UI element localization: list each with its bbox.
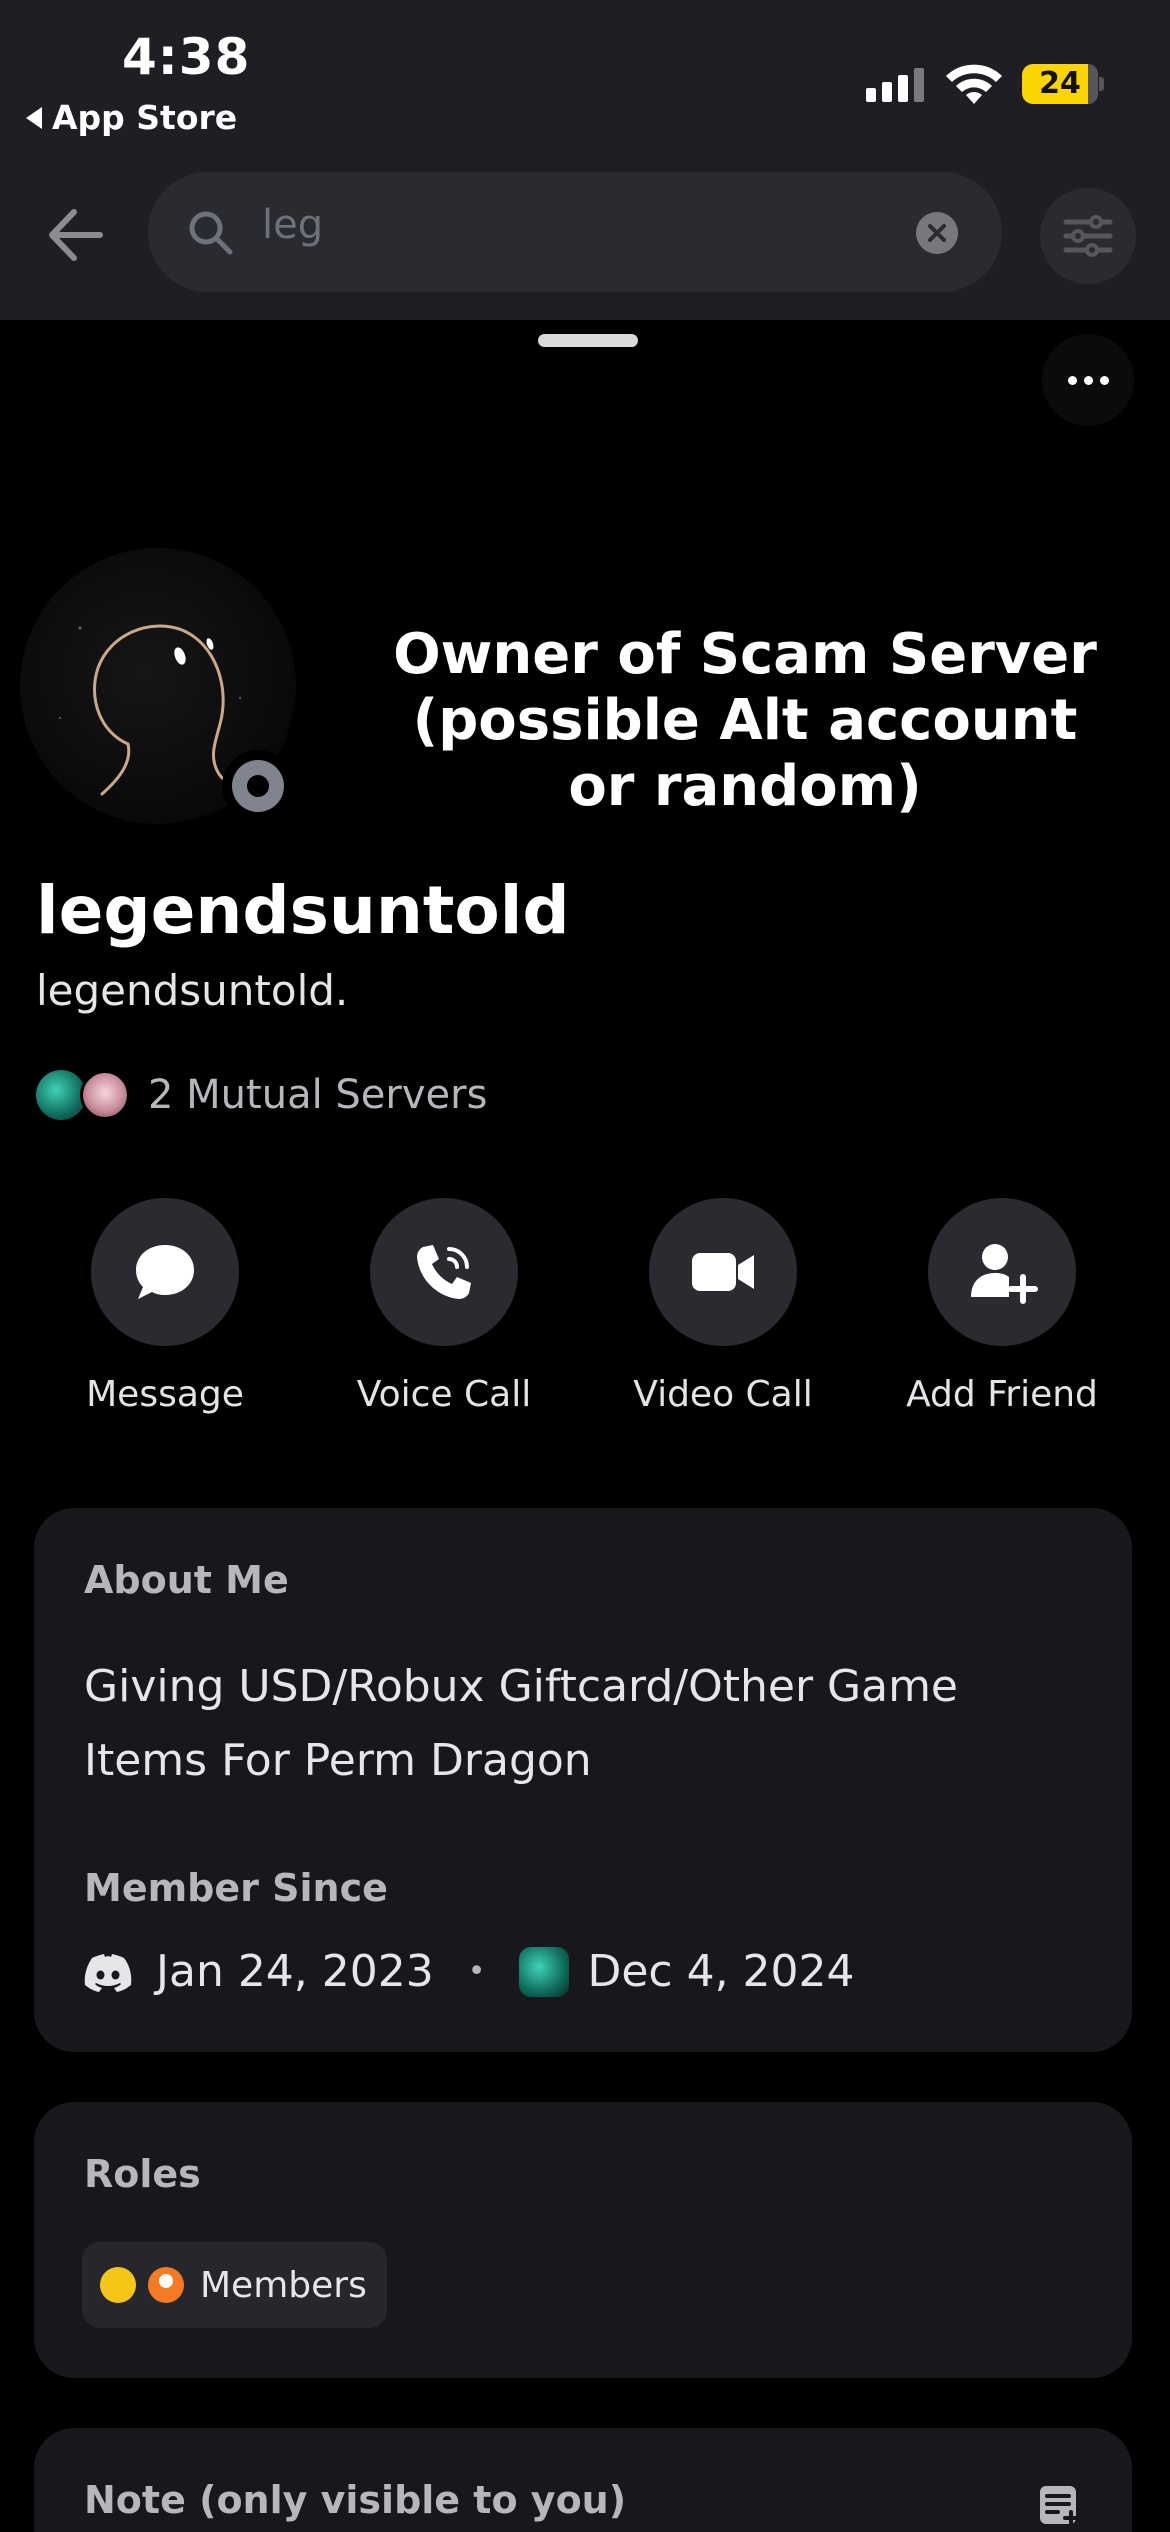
separator-dot: • (467, 1954, 486, 1989)
add-friend-label: Add Friend (906, 1374, 1098, 1415)
back-arrow-icon[interactable] (40, 200, 110, 270)
role-chip[interactable]: Members (82, 2242, 387, 2328)
search-input[interactable]: leg (148, 172, 1002, 292)
voice-call-label: Voice Call (356, 1374, 532, 1415)
status-bar: 4:38 App Store 24 (0, 0, 1170, 160)
discord-member-since: Jan 24, 2023 (156, 1946, 434, 1997)
search-query: leg (262, 202, 324, 248)
overlay-caption: Owner of Scam Server (possible Alt accou… (393, 622, 1097, 819)
about-me-heading: About Me (84, 1558, 289, 1602)
clear-icon[interactable] (916, 212, 958, 254)
about-me-bio: Giving USD/Robux Giftcard/Other Game Ite… (84, 1661, 959, 1786)
search-header: leg (0, 160, 1170, 320)
server-icon (80, 1070, 130, 1120)
mutual-servers-link[interactable]: 2 Mutual Servers (36, 1070, 487, 1120)
roles-card: Roles Members (34, 2102, 1132, 2378)
back-triangle-icon (26, 106, 42, 129)
wifi-icon (946, 64, 1002, 104)
video-camera-icon (692, 1253, 754, 1291)
back-to-app-store[interactable]: App Store (26, 98, 237, 137)
server-icon (519, 1946, 570, 1997)
battery-icon: 24 (1022, 64, 1104, 104)
cellular-signal-icon (866, 66, 924, 102)
role-color-dot (100, 2267, 136, 2303)
add-friend-icon (971, 1244, 1038, 1304)
profile-actions: Message Voice Call Video Call Add Friend (0, 1198, 1170, 1418)
filter-button[interactable] (1040, 188, 1136, 284)
note-card[interactable]: Note (only visible to you) (34, 2428, 1132, 2532)
note-heading: Note (only visible to you) (84, 2478, 627, 2522)
phone-icon (417, 1245, 471, 1299)
sheet-grabber[interactable] (538, 334, 638, 347)
mutual-servers-label: 2 Mutual Servers (148, 1072, 488, 1118)
video-call-button[interactable]: Video Call (603, 1198, 843, 1415)
roles-heading: Roles (84, 2152, 201, 2196)
chat-bubble-icon (136, 1245, 194, 1299)
message-label: Message (86, 1374, 244, 1415)
back-app-label: App Store (52, 98, 238, 137)
video-call-label: Video Call (633, 1374, 813, 1415)
presence-status-icon (222, 750, 294, 822)
display-name: legendsuntold (36, 872, 570, 949)
battery-level: 24 (1039, 66, 1081, 101)
discord-logo-icon (84, 1953, 132, 1992)
search-icon (189, 211, 233, 255)
member-since-heading: Member Since (84, 1866, 388, 1910)
status-time: 4:38 (122, 28, 251, 86)
server-member-since: Dec 4, 2024 (587, 1946, 855, 1997)
role-icon (148, 2267, 184, 2303)
filter-icon (1063, 215, 1113, 257)
voice-call-button[interactable]: Voice Call (324, 1198, 564, 1415)
server-icon (36, 1070, 86, 1120)
member-since-row: Jan 24, 2023 • Dec 4, 2024 (84, 1946, 855, 1997)
edit-note-icon[interactable] (1038, 2484, 1080, 2526)
role-label: Members (200, 2264, 367, 2306)
more-dots-icon (1067, 375, 1077, 385)
message-button[interactable]: Message (45, 1198, 285, 1415)
more-options-button[interactable] (1042, 334, 1134, 426)
add-friend-button[interactable]: Add Friend (882, 1198, 1122, 1415)
about-me-card: About Me Giving USD/Robux Giftcard/Other… (34, 1508, 1132, 2052)
username[interactable]: legendsuntold. (36, 966, 348, 1015)
